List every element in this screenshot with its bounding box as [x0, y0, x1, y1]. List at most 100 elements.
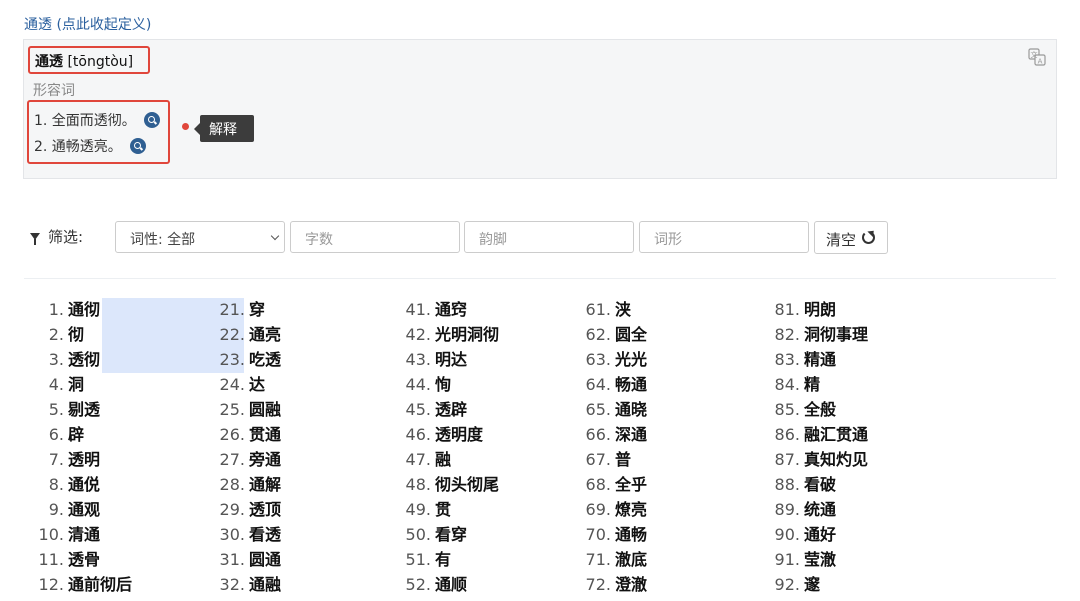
list-item-word[interactable]: 全般	[804, 400, 836, 419]
list-item[interactable]: 90. 通好	[752, 522, 932, 547]
list-item-word[interactable]: 达	[249, 375, 265, 394]
list-item-word[interactable]: 明达	[435, 350, 467, 369]
list-item[interactable]: 45. 透辟	[385, 397, 565, 422]
list-item[interactable]: 87. 真知灼见	[752, 447, 932, 472]
char-count-input[interactable]: 字数	[290, 221, 460, 253]
list-item-word[interactable]: 通畅	[615, 525, 647, 544]
list-item-word[interactable]: 彻	[68, 325, 84, 344]
list-item-word[interactable]: 圆全	[615, 325, 647, 344]
list-item[interactable]: 85. 全般	[752, 397, 932, 422]
list-item[interactable]: 6. 辟	[34, 422, 214, 447]
list-item[interactable]: 51. 有	[385, 547, 565, 572]
list-item[interactable]: 10. 清通	[34, 522, 214, 547]
list-item[interactable]: 70. 通畅	[571, 522, 751, 547]
list-item-word[interactable]: 圆融	[249, 400, 281, 419]
list-item[interactable]: 25. 圆融	[205, 397, 385, 422]
list-item-word[interactable]: 精	[804, 375, 820, 394]
list-item-word[interactable]: 通融	[249, 575, 281, 594]
list-item[interactable]: 11. 透骨	[34, 547, 214, 572]
list-item[interactable]: 52. 通顺	[385, 572, 565, 597]
list-item-word[interactable]: 透明度	[435, 425, 483, 444]
list-item-word[interactable]: 恂	[435, 375, 451, 394]
list-item[interactable]: 8. 通侻	[34, 472, 214, 497]
list-item-word[interactable]: 全乎	[615, 475, 647, 494]
list-item[interactable]: 21. 穿	[205, 297, 385, 322]
list-item[interactable]: 23. 吃透	[205, 347, 385, 372]
clear-button[interactable]: 清空	[814, 221, 888, 254]
list-item-word[interactable]: 澈底	[615, 550, 647, 569]
list-item[interactable]: 3. 透彻	[34, 347, 244, 373]
list-item-word[interactable]: 辟	[68, 425, 84, 444]
list-item[interactable]: 22. 通亮	[205, 322, 385, 347]
list-item-word[interactable]: 明朗	[804, 300, 836, 319]
list-item-word[interactable]: 畅通	[615, 375, 647, 394]
list-item-word[interactable]: 透辟	[435, 400, 467, 419]
list-item[interactable]: 29. 透顶	[205, 497, 385, 522]
list-item[interactable]: 1. 通彻	[34, 297, 244, 323]
part-of-speech-select[interactable]: 词性: 全部	[115, 221, 285, 253]
list-item-word[interactable]: 澄澈	[615, 575, 647, 594]
list-item[interactable]: 67. 普	[571, 447, 751, 472]
list-item-word[interactable]: 贯通	[249, 425, 281, 444]
rhyme-input[interactable]: 韵脚	[464, 221, 634, 253]
list-item-word[interactable]: 透明	[68, 450, 100, 469]
list-item[interactable]: 24. 达	[205, 372, 385, 397]
list-item[interactable]: 49. 贯	[385, 497, 565, 522]
list-item-word[interactable]: 邃	[804, 575, 820, 594]
list-item-word[interactable]: 清通	[68, 525, 100, 544]
search-icon[interactable]	[129, 138, 146, 154]
list-item[interactable]: 31. 圆通	[205, 547, 385, 572]
list-item[interactable]: 5. 剔透	[34, 397, 214, 422]
list-item-word[interactable]: 浃	[615, 300, 631, 319]
list-item-word[interactable]: 融汇贯通	[804, 425, 868, 444]
list-item-word[interactable]: 旁通	[249, 450, 281, 469]
list-item[interactable]: 42. 光明洞彻	[385, 322, 565, 347]
list-item[interactable]: 47. 融	[385, 447, 565, 472]
list-item[interactable]: 46. 透明度	[385, 422, 565, 447]
list-item-word[interactable]: 通解	[249, 475, 281, 494]
list-item[interactable]: 44. 恂	[385, 372, 565, 397]
list-item[interactable]: 71. 澈底	[571, 547, 751, 572]
list-item-word[interactable]: 光明洞彻	[435, 325, 499, 344]
list-item[interactable]: 65. 通晓	[571, 397, 751, 422]
list-item-word[interactable]: 融	[435, 450, 451, 469]
list-item[interactable]: 2. 彻	[34, 322, 244, 348]
list-item-word[interactable]: 通窍	[435, 300, 467, 319]
list-item-word[interactable]: 洞彻事理	[804, 325, 868, 344]
list-item-word[interactable]: 通晓	[615, 400, 647, 419]
list-item[interactable]: 32. 通融	[205, 572, 385, 597]
list-item-word[interactable]: 透彻	[68, 350, 100, 369]
list-item-word[interactable]: 看透	[249, 525, 281, 544]
list-item-word[interactable]: 圆通	[249, 550, 281, 569]
list-item[interactable]: 84. 精	[752, 372, 932, 397]
list-item[interactable]: 4. 洞	[34, 372, 214, 397]
list-item[interactable]: 92. 邃	[752, 572, 932, 597]
list-item[interactable]: 27. 旁通	[205, 447, 385, 472]
list-item-word[interactable]: 彻头彻尾	[435, 475, 499, 494]
list-item-word[interactable]: 通彻	[68, 300, 100, 319]
list-item-word[interactable]: 贯	[435, 500, 451, 519]
list-item-word[interactable]: 莹澈	[804, 550, 836, 569]
list-item[interactable]: 50. 看穿	[385, 522, 565, 547]
list-item-word[interactable]: 通观	[68, 500, 100, 519]
list-item-word[interactable]: 看穿	[435, 525, 467, 544]
word-form-input[interactable]: 词形	[639, 221, 809, 253]
list-item[interactable]: 86. 融汇贯通	[752, 422, 932, 447]
list-item-word[interactable]: 深通	[615, 425, 647, 444]
list-item-word[interactable]: 通顺	[435, 575, 467, 594]
list-item[interactable]: 64. 畅通	[571, 372, 751, 397]
list-item-word[interactable]: 有	[435, 550, 451, 569]
list-item-word[interactable]: 普	[615, 450, 631, 469]
list-item[interactable]: 28. 通解	[205, 472, 385, 497]
list-item[interactable]: 61. 浃	[571, 297, 751, 322]
translate-icon[interactable]: 文 A	[1028, 48, 1046, 66]
list-item-word[interactable]: 通好	[804, 525, 836, 544]
list-item[interactable]: 91. 莹澈	[752, 547, 932, 572]
list-item[interactable]: 89. 统通	[752, 497, 932, 522]
list-item-word[interactable]: 通侻	[68, 475, 100, 494]
list-item[interactable]: 9. 通观	[34, 497, 214, 522]
list-item-word[interactable]: 统通	[804, 500, 836, 519]
list-item[interactable]: 82. 洞彻事理	[752, 322, 932, 347]
definition-toggle-link[interactable]: 通透 (点此收起定义)	[24, 14, 151, 34]
list-item[interactable]: 7. 透明	[34, 447, 214, 472]
